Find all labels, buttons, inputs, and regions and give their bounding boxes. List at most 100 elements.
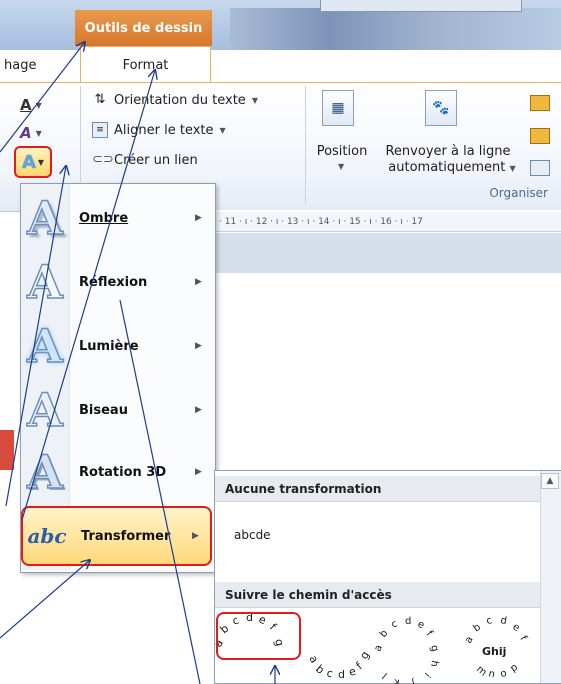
bevel-a-icon: A: [26, 382, 63, 438]
menu-item-reflection[interactable]: A Réflexion ▶: [21, 250, 213, 314]
warp-arch-up-highlight: [216, 612, 301, 660]
menu-item-label: Biseau: [79, 402, 128, 418]
svg-text:k: k: [393, 676, 401, 684]
menu-item-bevel[interactable]: A Biseau ▶: [21, 378, 213, 442]
bring-forward-icon[interactable]: [530, 95, 550, 111]
svg-text:c: c: [390, 618, 400, 630]
rotation3d-a-icon: A: [26, 444, 63, 500]
menu-item-transform[interactable]: abc Transformer ▶: [21, 506, 212, 566]
position-button[interactable]: ▦: [322, 90, 354, 126]
svg-text:f: f: [424, 629, 435, 639]
svg-text:d: d: [405, 616, 411, 627]
transform-abc-icon: abc: [27, 524, 67, 548]
shadow-a-icon: A: [26, 190, 63, 246]
wrap-text-label-line2: automatiquement ▼: [382, 160, 522, 175]
text-fill-button[interactable]: A ▼: [20, 92, 64, 118]
submenu-scrollbar[interactable]: [540, 471, 561, 683]
svg-text:h: h: [428, 659, 440, 667]
submenu-arrow-icon: ▶: [195, 277, 202, 287]
svg-text:d: d: [338, 668, 345, 681]
svg-text:b: b: [313, 662, 327, 676]
text-direction-button[interactable]: ⇅ Orientation du texte ▼: [92, 92, 258, 108]
warp-circle[interactable]: a b c d e f g h i j k l: [372, 616, 440, 684]
submenu-arrow-icon: ▶: [195, 213, 202, 223]
no-transform-sample[interactable]: abcde: [234, 528, 271, 542]
svg-text:c: c: [486, 615, 493, 627]
menu-item-glow[interactable]: A Lumière ▶: [21, 314, 213, 378]
svg-text:a: a: [372, 643, 384, 653]
horizontal-ruler: · 11 · ı · 12 · ı · 13 · ı · 14 · ı · 15…: [215, 212, 561, 232]
scroll-up-icon[interactable]: ▲: [541, 473, 559, 489]
create-link-button[interactable]: ⊂⊃ Créer un lien: [92, 152, 198, 168]
svg-text:a: a: [463, 635, 476, 646]
svg-text:b: b: [378, 628, 391, 640]
title-bar-frame: [320, 0, 522, 12]
link-icon: ⊂⊃: [92, 152, 114, 167]
document-edge-decoration: [0, 430, 14, 470]
wrap-text-icon: 🐾: [425, 90, 457, 126]
position-label: Position: [316, 144, 368, 159]
menu-item-label: Rotation 3D: [79, 464, 167, 480]
align-text-label: Aligner le texte: [114, 122, 214, 138]
submenu-arrow-icon: ▶: [195, 467, 202, 477]
svg-text:a: a: [306, 653, 321, 665]
group-label-organiser: Organiser: [489, 186, 548, 200]
menu-item-label: Ombre: [79, 210, 129, 226]
svg-text:o: o: [500, 668, 508, 680]
warp-arch-down[interactable]: a b c d e f g: [306, 649, 372, 681]
glow-a-icon: A: [26, 318, 63, 374]
svg-text:b: b: [471, 622, 483, 635]
tab-partial-left[interactable]: hage: [0, 50, 84, 82]
reflection-a-icon: A: [26, 254, 63, 310]
svg-text:g: g: [428, 644, 440, 653]
wrap-text-button[interactable]: 🐾: [425, 90, 457, 126]
wrap-text-label-line1: Renvoyer à la ligne: [385, 144, 511, 159]
menu-item-rotation-3d[interactable]: A Rotation 3D ▶: [21, 440, 213, 504]
svg-text:c: c: [325, 666, 334, 680]
dropdown-arrow-icon: ▼: [35, 128, 42, 138]
warp-button[interactable]: a b c d e f Ghij m n o p: [463, 615, 529, 680]
wrap-text-label: automatiquement: [388, 160, 506, 175]
position-icon: ▦: [322, 90, 354, 126]
section-header-no-transform: Aucune transformation: [215, 476, 540, 502]
svg-text:j: j: [410, 677, 417, 684]
svg-text:e: e: [510, 621, 521, 634]
tab-format[interactable]: Format: [80, 46, 211, 82]
submenu-arrow-icon: ▶: [195, 341, 202, 351]
text-fill-icon: A: [20, 96, 32, 114]
align-text-button[interactable]: ≡ Aligner le texte ▼: [92, 122, 226, 138]
dropdown-arrow-icon: ▼: [251, 95, 258, 105]
submenu-arrow-icon: ▶: [195, 405, 202, 415]
svg-text:l: l: [381, 670, 390, 680]
svg-text:i: i: [422, 670, 432, 679]
dropdown-arrow-icon: ▼: [219, 125, 226, 135]
dropdown-arrow-icon: ▼: [338, 162, 345, 171]
menu-item-label: Lumière: [79, 338, 139, 354]
create-link-label: Créer un lien: [114, 152, 198, 168]
section-header-follow-path: Suivre le chemin d'accès: [215, 582, 540, 608]
text-outline-button[interactable]: A ▼: [20, 120, 64, 146]
dropdown-arrow-icon: ▼: [35, 100, 42, 110]
text-direction-icon: ⇅: [94, 92, 106, 107]
group-divider: [80, 86, 81, 182]
svg-text:p: p: [508, 662, 520, 675]
menu-item-shadow[interactable]: A Ombre ▶: [21, 186, 213, 250]
title-bar-background: [230, 8, 561, 50]
dropdown-arrow-icon: ▼: [37, 157, 45, 167]
menu-item-label: Transformer: [81, 528, 171, 544]
warp-button-center-text: Ghij: [482, 645, 506, 658]
submenu-arrow-icon: ▶: [192, 531, 199, 541]
text-effects-button[interactable]: A ▼: [14, 146, 52, 178]
send-backward-icon[interactable]: [530, 128, 550, 144]
svg-text:n: n: [487, 668, 496, 680]
align-text-icon: ≡: [92, 122, 108, 138]
context-tab-drawing-tools[interactable]: Outils de dessin: [75, 10, 212, 46]
text-effects-icon: A: [21, 151, 36, 173]
svg-text:d: d: [499, 615, 507, 627]
ruler-shade: [215, 233, 561, 273]
text-direction-label: Orientation du texte: [114, 92, 246, 108]
svg-text:e: e: [416, 619, 426, 632]
svg-text:m: m: [474, 664, 489, 679]
selection-pane-icon[interactable]: [530, 160, 550, 176]
svg-text:f: f: [517, 634, 529, 643]
